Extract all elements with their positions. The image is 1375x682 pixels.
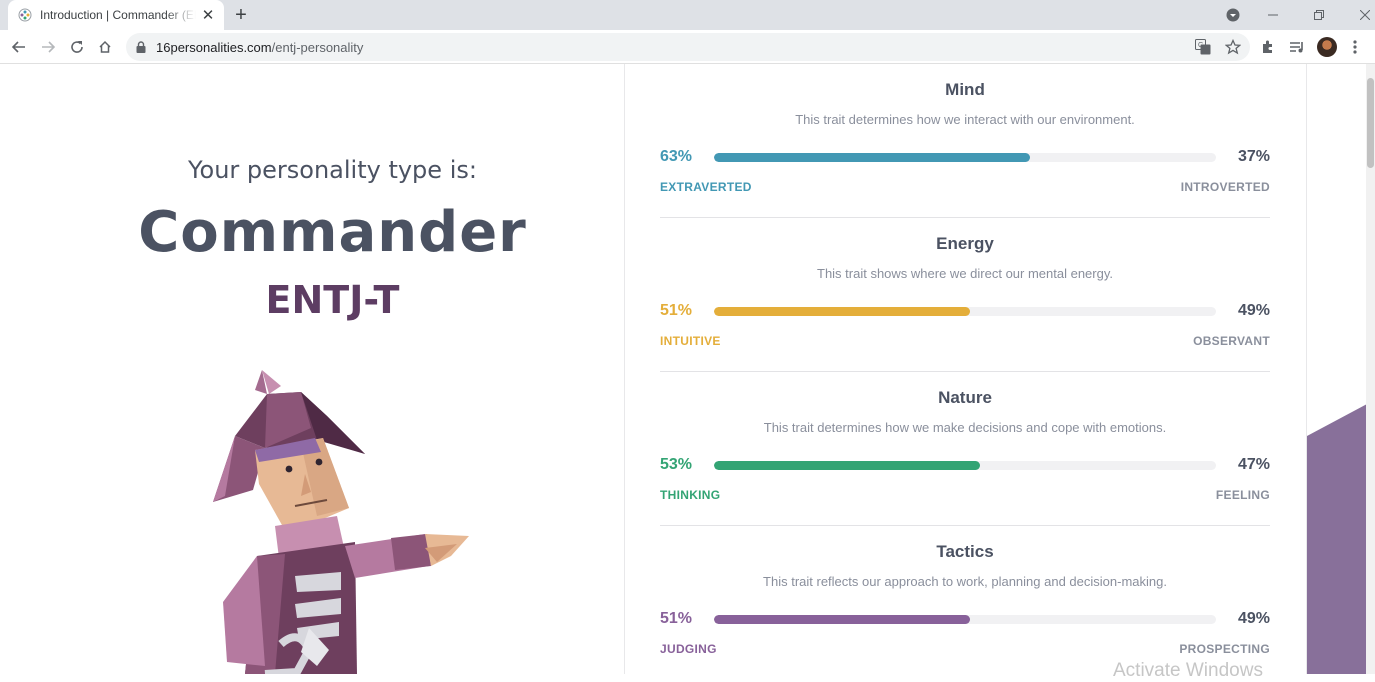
trait-left-percent: 51% (660, 610, 693, 627)
plus-icon[interactable]: + (231, 4, 251, 26)
trait-title: Mind (945, 80, 985, 99)
trait-left-percent: 51% (660, 302, 693, 319)
trait-left-label: JUDGING (660, 642, 717, 656)
back-icon[interactable] (7, 35, 31, 59)
home-icon[interactable] (93, 35, 117, 59)
trait-left-label: INTUITIVE (660, 334, 721, 348)
url-host: 16personalities.com (156, 39, 272, 55)
reload-icon[interactable] (65, 35, 89, 59)
page-scrollbar[interactable] (1366, 64, 1375, 674)
trait-left-percent: 53% (660, 456, 693, 473)
extensions-icon[interactable] (1260, 35, 1276, 59)
url-path: /entj-personality (271, 39, 364, 55)
trait-nature: Nature This trait determines how we make… (660, 372, 1270, 526)
traits-panel: Mind This trait determines how we intera… (625, 64, 1306, 674)
trait-description: This trait shows where we direct our men… (817, 266, 1113, 281)
star-icon[interactable] (1224, 38, 1242, 56)
trait-mind: Mind This trait determines how we intera… (660, 64, 1270, 218)
trait-right-percent: 37% (1237, 148, 1270, 165)
trait-description: This trait determines how we make decisi… (763, 420, 1167, 435)
decorative-shape (1307, 404, 1367, 674)
trait-title: Energy (936, 234, 994, 253)
trait-right-label: PROSPECTING (1179, 642, 1270, 656)
trait-bar (714, 153, 1216, 162)
trait-right-percent: 49% (1237, 302, 1270, 319)
trait-right-label: FEELING (1215, 488, 1270, 502)
forward-icon[interactable] (36, 35, 60, 59)
tab-title: Introduction | Commander (ENTJ (40, 8, 196, 22)
type-code: ENTJ-T (265, 278, 400, 322)
trait-description: This trait reflects our approach to work… (763, 574, 1167, 589)
trait-description: This trait determines how we interact wi… (795, 112, 1135, 127)
trait-title: Nature (938, 388, 992, 407)
favicon-icon (18, 8, 32, 22)
trait-bar (714, 615, 1216, 624)
profile-avatar[interactable] (1317, 35, 1337, 59)
trait-tactics: Tactics This trait reflects our approach… (660, 526, 1270, 674)
window-close-icon[interactable] (1342, 0, 1375, 30)
trait-left-percent: 63% (660, 148, 693, 165)
svg-text:G: G (1198, 42, 1203, 49)
close-icon[interactable]: ✕ (200, 7, 216, 24)
translate-icon[interactable]: G (1194, 38, 1212, 56)
address-bar[interactable]: 16personalities.com/entj-personality G (126, 33, 1250, 61)
trait-bar-fill (714, 153, 1031, 162)
media-icon[interactable] (1289, 35, 1305, 59)
trait-right-label: INTROVERTED (1180, 180, 1270, 194)
commander-illustration (213, 370, 469, 674)
trait-bar-fill (714, 615, 971, 624)
trait-bar (714, 461, 1216, 470)
trait-bar (714, 307, 1216, 316)
trait-title: Tactics (936, 542, 994, 561)
trait-right-label: OBSERVANT (1193, 334, 1270, 348)
browser-toolbar: 16personalities.com/entj-personality G (0, 30, 1375, 64)
trait-energy: Energy This trait shows where we direct … (660, 218, 1270, 372)
trait-right-percent: 47% (1237, 456, 1270, 473)
active-tab[interactable]: Introduction | Commander (ENTJ ✕ (8, 0, 224, 30)
menu-icon[interactable] (1350, 35, 1360, 59)
restore-icon[interactable] (1296, 0, 1342, 30)
trait-left-label: THINKING (660, 488, 721, 502)
trait-bar-fill (714, 461, 981, 470)
minimize-icon[interactable] (1250, 0, 1296, 30)
trait-left-label: EXTRAVERTED (660, 180, 752, 194)
trait-bar-fill (714, 307, 971, 316)
scrollbar-thumb[interactable] (1367, 78, 1374, 168)
type-summary-panel: Your personality type is: Commander ENTJ… (0, 64, 624, 674)
type-name: Commander (138, 200, 527, 265)
page-content: Your personality type is: Commander ENTJ… (0, 64, 1375, 674)
trait-right-percent: 49% (1237, 610, 1270, 627)
tab-strip: Introduction | Commander (ENTJ ✕ + (0, 0, 1375, 30)
windows-activation-watermark: Activate Windows (1113, 660, 1263, 681)
intro-text: Your personality type is: (188, 156, 477, 184)
lock-icon (136, 41, 146, 53)
